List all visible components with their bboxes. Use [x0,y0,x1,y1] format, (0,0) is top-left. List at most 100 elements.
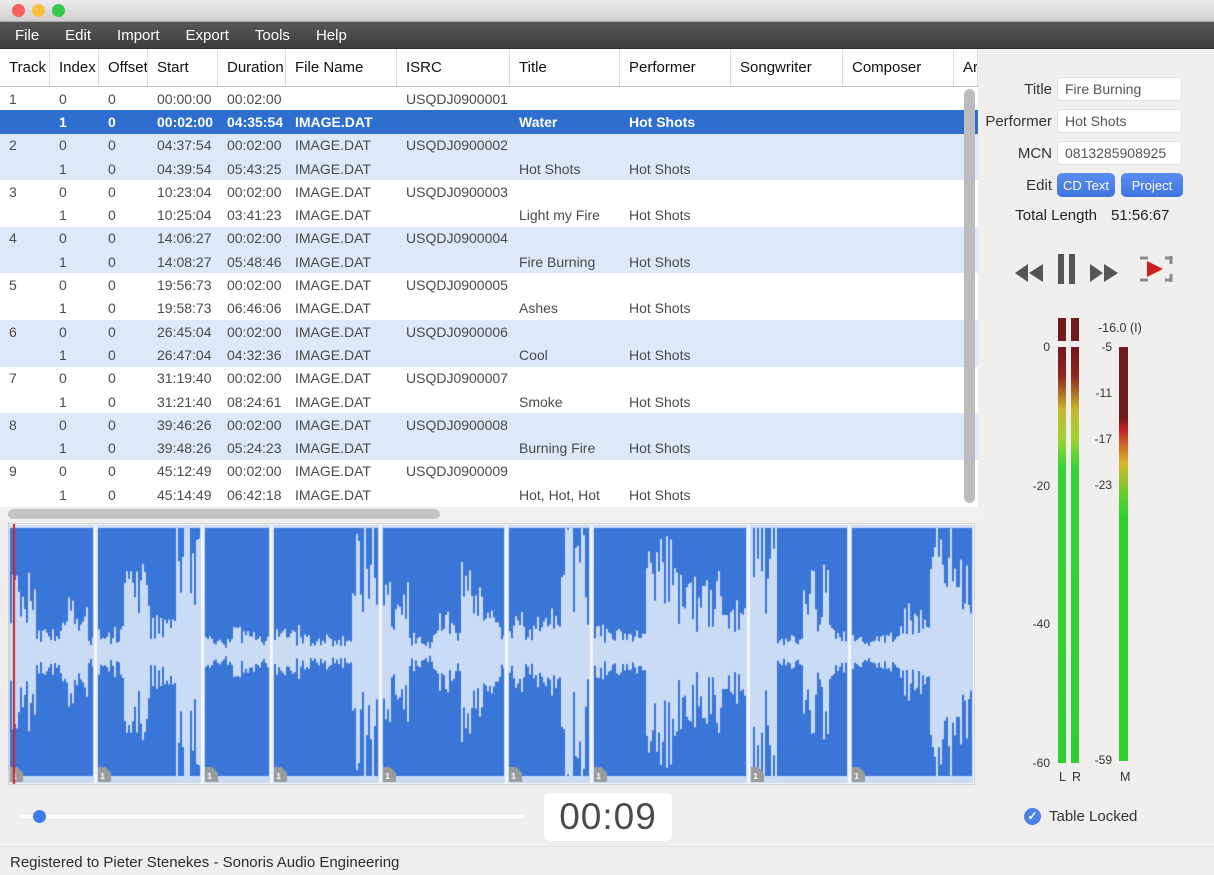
table-row[interactable]: 90045:12:4900:02:00IMAGE.DATUSQDJ0900009 [0,460,978,483]
cell-isrc: USQDJ0900003 [397,184,510,200]
table-row[interactable]: 1014:08:2705:48:46IMAGE.DATFire BurningH… [0,250,978,273]
table-row[interactable]: 50019:56:7300:02:00IMAGE.DATUSQDJ0900005 [0,273,978,296]
cell-track: 7 [0,370,50,386]
menu-item-file[interactable]: File [2,22,52,49]
menu-item-export[interactable]: Export [173,22,242,49]
column-header-track[interactable]: Track [0,49,50,86]
meter-label-mono: M [1120,770,1130,784]
cell-file: IMAGE.DAT [286,161,397,177]
cell-index: 0 [50,91,99,107]
cell-offset: 0 [99,463,148,479]
cell-duration: 00:02:00 [218,463,286,479]
cell-start: 19:56:73 [148,277,218,293]
cell-file: IMAGE.DAT [286,324,397,340]
side-panel: Title Performer MCN Edit CD Text Project… [978,49,1214,875]
table-row[interactable]: 1019:58:7306:46:06IMAGE.DATAshesHot Shot… [0,297,978,320]
cell-file: IMAGE.DAT [286,254,397,270]
transport-controls [978,249,1214,301]
performer-field[interactable] [1057,109,1182,133]
cell-file: IMAGE.DAT [286,300,397,316]
column-header-composer[interactable]: Composer [843,49,954,86]
column-header-arr[interactable]: Arr [954,49,978,86]
table-row[interactable]: 60026:45:0400:02:00IMAGE.DATUSQDJ0900006 [0,320,978,343]
minimize-button[interactable] [32,4,45,17]
pause-icon [1057,254,1075,284]
cd-text-button[interactable]: CD Text [1057,173,1115,197]
table-locked-checkbox[interactable]: ✓ Table Locked [1024,808,1137,825]
vertical-scrollbar[interactable] [964,89,975,505]
cell-isrc: USQDJ0900004 [397,230,510,246]
cell-index: 1 [50,487,99,503]
table-row-selected[interactable]: 1000:02:0004:35:54IMAGE.DATWaterHot Shot… [0,110,978,133]
table-row[interactable]: 70031:19:4000:02:00IMAGE.DATUSQDJ0900007 [0,367,978,390]
cell-performer: Hot Shots [620,161,731,177]
table-row[interactable]: 30010:23:0400:02:00IMAGE.DATUSQDJ0900003 [0,180,978,203]
play-selection-button[interactable] [1138,254,1174,289]
menu-item-help[interactable]: Help [303,22,360,49]
table-row[interactable]: 40014:06:2700:02:00IMAGE.DATUSQDJ0900004 [0,227,978,250]
cell-title: Fire Burning [510,254,620,270]
column-header-songwriter[interactable]: Songwriter [731,49,843,86]
cell-start: 04:37:54 [148,137,218,153]
waveform-canvas[interactable] [9,524,974,784]
cell-file: IMAGE.DAT [286,230,397,246]
project-button[interactable]: Project [1121,173,1183,197]
menu-item-tools[interactable]: Tools [242,22,303,49]
cell-offset: 0 [99,440,148,456]
column-header-start[interactable]: Start [148,49,218,86]
cell-duration: 06:42:18 [218,487,286,503]
pause-button[interactable] [1057,254,1075,289]
cell-index: 1 [50,254,99,270]
mcn-field[interactable] [1057,141,1182,165]
rewind-button[interactable] [1014,263,1044,288]
cell-title: Burning Fire [510,440,620,456]
vertical-scrollbar-thumb[interactable] [964,89,975,503]
cell-track: 5 [0,277,50,293]
menu-item-edit[interactable]: Edit [52,22,104,49]
close-button[interactable] [12,4,25,17]
m-scale-label: -17 [1070,432,1112,446]
cell-track: 8 [0,417,50,433]
title-field[interactable] [1057,77,1182,101]
cell-offset: 0 [99,207,148,223]
cell-duration: 00:02:00 [218,230,286,246]
playback-slider[interactable] [18,813,526,820]
table-row[interactable]: 1031:21:4008:24:61IMAGE.DATSmokeHot Shot… [0,390,978,413]
cell-title: Light my Fire [510,207,620,223]
cell-performer: Hot Shots [620,487,731,503]
lr-scale-label: -40 [1008,617,1050,631]
level-meters: -16.0 (I) L R M 0-20-40-60-5-11-17-23-59 [978,318,1214,798]
column-header-duration[interactable]: Duration [218,49,286,86]
column-header-isrc[interactable]: ISRC [397,49,510,86]
cell-track: 9 [0,463,50,479]
table-row[interactable]: 1045:14:4906:42:18IMAGE.DATHot, Hot, Hot… [0,483,978,506]
table-row[interactable]: 80039:46:2600:02:00IMAGE.DATUSQDJ0900008 [0,413,978,436]
menu-item-import[interactable]: Import [104,22,173,49]
column-header-index[interactable]: Index [50,49,99,86]
cell-duration: 00:02:00 [218,91,286,107]
cell-isrc: USQDJ0900009 [397,463,510,479]
horizontal-scrollbar[interactable] [0,507,978,521]
status-bar: Registered to Pieter Stenekes - Sonoris … [0,846,1214,875]
column-header-title[interactable]: Title [510,49,620,86]
table-row[interactable]: 1026:47:0404:32:36IMAGE.DATCoolHot Shots [0,343,978,366]
column-header-file[interactable]: File Name [286,49,397,86]
cell-track: 6 [0,324,50,340]
rewind-icon [1014,263,1044,283]
playback-slider-thumb[interactable] [33,810,46,823]
meter-bar-loudness [1119,347,1128,761]
table-row[interactable]: 1010:25:0403:41:23IMAGE.DATLight my Fire… [0,203,978,226]
cell-isrc: USQDJ0900001 [397,91,510,107]
column-header-performer[interactable]: Performer [620,49,731,86]
zoom-button[interactable] [52,4,65,17]
fast-forward-button[interactable] [1089,263,1119,288]
table-row[interactable]: 10000:00:0000:02:00USQDJ0900001 [0,87,978,110]
column-header-offset[interactable]: Offset [99,49,148,86]
meter-bar-left [1058,347,1066,763]
checkmark-icon: ✓ [1024,808,1041,825]
table-row[interactable]: 20004:37:5400:02:00IMAGE.DATUSQDJ0900002 [0,134,978,157]
table-row[interactable]: 1004:39:5405:43:25IMAGE.DATHot ShotsHot … [0,157,978,180]
table-row[interactable]: 1039:48:2605:24:23IMAGE.DATBurning FireH… [0,436,978,459]
cell-title: Smoke [510,394,620,410]
horizontal-scrollbar-thumb[interactable] [8,509,440,519]
